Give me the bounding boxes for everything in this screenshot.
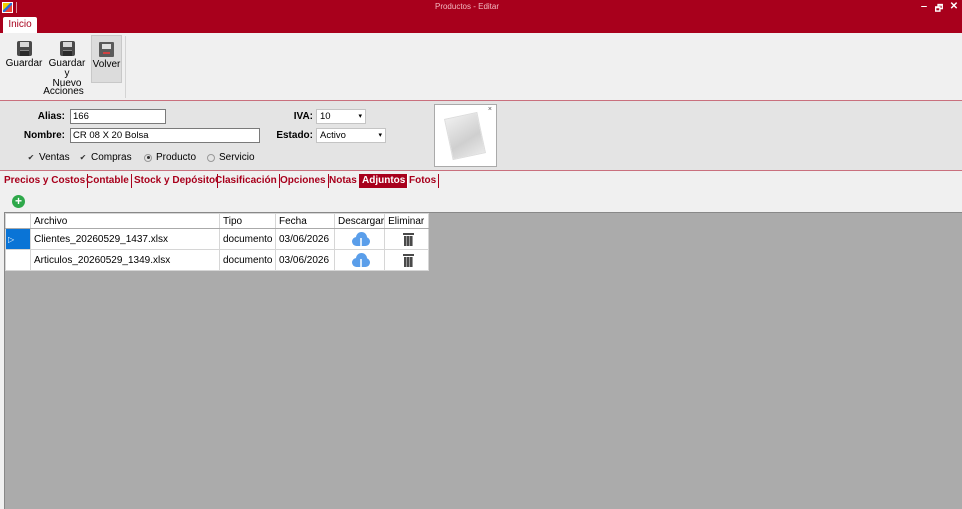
guardar-y-nuevo-button[interactable]: Guardar y Nuevo [45, 35, 89, 89]
minimize-button[interactable]: ‒ [918, 1, 930, 12]
radio-selected-icon [144, 153, 152, 162]
tab-adjuntos[interactable]: Adjuntos [360, 174, 409, 188]
tipo-cell[interactable]: documento [219, 249, 276, 271]
section-tabs: Precios y Costos Contable Stock y Depósi… [0, 171, 962, 191]
alias-input[interactable]: 166 [70, 109, 166, 124]
tab-fotos[interactable]: Fotos [407, 174, 440, 188]
column-tipo[interactable]: Tipo [219, 213, 276, 229]
table-row[interactable]: ▷ Clientes_20260529_1437.xlsx documento … [5, 228, 430, 250]
fecha-cell[interactable]: 03/06/2026 [275, 249, 335, 271]
trash-icon[interactable] [402, 232, 414, 246]
tab-stock-y-deposito[interactable]: Stock y Depósito [132, 174, 219, 188]
window-title: Productos - Editar [434, 2, 500, 11]
ribbon-tab-inicio[interactable]: Inicio [3, 17, 37, 33]
floppy-icon [59, 41, 75, 56]
ribbon-group-label: Acciones [43, 86, 84, 97]
title-bar: Productos - Editar ‒ 🗗 ✕ [0, 0, 962, 16]
nombre-input[interactable]: CR 08 X 20 Bolsa [70, 128, 260, 143]
product-photo[interactable]: × [434, 104, 497, 167]
servicio-radio[interactable]: Servicio [207, 152, 255, 163]
column-eliminar[interactable]: Eliminar [384, 213, 430, 229]
attachments-table: Archivo Tipo Fecha Descargar Eliminar ▷ … [5, 213, 430, 271]
column-fecha[interactable]: Fecha [275, 213, 335, 229]
volver-label: Volver [92, 59, 121, 70]
delete-cell[interactable] [384, 249, 430, 271]
ventas-checkbox[interactable]: ✔ Ventas [26, 152, 70, 163]
trash-icon[interactable] [402, 253, 414, 267]
guardar-button[interactable]: Guardar [5, 35, 43, 83]
compras-checkbox[interactable]: ✔ Compras [78, 152, 132, 163]
ribbon: Guardar Guardar y Nuevo Volver Acciones [0, 33, 962, 100]
floppy-icon [16, 41, 32, 56]
attachments-grid: Archivo Tipo Fecha Descargar Eliminar ▷ … [4, 212, 962, 509]
estado-select[interactable]: Activo ▾ [316, 128, 386, 143]
iva-value: 10 [320, 111, 331, 122]
tab-clasificacion[interactable]: Clasificación [213, 174, 280, 188]
ribbon-group-separator [125, 36, 126, 98]
volver-button[interactable]: Volver [91, 35, 122, 83]
restore-button[interactable]: 🗗 [933, 1, 945, 17]
download-cell[interactable] [333, 228, 386, 250]
close-button[interactable]: ✕ [948, 1, 960, 12]
tab-notas[interactable]: Notas [327, 174, 360, 188]
estado-value: Activo [320, 130, 346, 141]
row-selector-icon[interactable]: ▷ [5, 228, 31, 250]
alias-label: Alias: [37, 111, 65, 122]
iva-select[interactable]: 10 ▾ [316, 109, 366, 124]
door-icon [99, 42, 114, 57]
check-icon: ✔ [79, 152, 87, 162]
nombre-label: Nombre: [23, 130, 65, 141]
tipo-cell[interactable]: documento [219, 228, 276, 250]
add-attachment-icon[interactable]: + [12, 195, 25, 208]
table-header-row: Archivo Tipo Fecha Descargar Eliminar [5, 213, 430, 229]
ventas-label: Ventas [39, 152, 70, 163]
delete-cell[interactable] [384, 228, 430, 250]
column-archivo[interactable]: Archivo [30, 213, 220, 229]
chevron-down-icon: ▾ [358, 113, 362, 120]
tab-precios-y-costos[interactable]: Precios y Costos [2, 174, 89, 188]
guardar-label: Guardar [5, 58, 43, 69]
column-descargar[interactable]: Descargar [333, 213, 386, 229]
row-header-column [5, 213, 31, 229]
archivo-cell[interactable]: Clientes_20260529_1437.xlsx [30, 228, 220, 250]
tab-opciones[interactable]: Opciones [278, 174, 329, 188]
iva-label: IVA: [293, 111, 313, 122]
chevron-down-icon: ▾ [378, 132, 382, 139]
cloud-download-icon[interactable] [350, 253, 372, 267]
tab-contable[interactable]: Contable [84, 174, 132, 188]
fecha-cell[interactable]: 03/06/2026 [275, 228, 335, 250]
producto-radio[interactable]: Producto [144, 152, 196, 163]
compras-label: Compras [91, 152, 132, 163]
guardar-y-nuevo-label-1: Guardar y [48, 58, 86, 79]
servicio-label: Servicio [219, 152, 255, 163]
product-image [444, 111, 486, 161]
producto-label: Producto [156, 152, 197, 163]
close-icon[interactable]: × [488, 106, 492, 113]
product-header-form: Alias: 166 Nombre: CR 08 X 20 Bolsa IVA:… [0, 101, 962, 170]
table-row[interactable]: Articulos_20260529_1349.xlsx documento 0… [5, 249, 430, 271]
row-selector[interactable] [5, 249, 31, 271]
radio-empty-icon [207, 153, 215, 162]
cloud-download-icon[interactable] [350, 232, 372, 246]
archivo-cell[interactable]: Articulos_20260529_1349.xlsx [30, 249, 220, 271]
download-cell[interactable] [333, 249, 386, 271]
check-icon: ✔ [27, 152, 35, 162]
estado-label: Estado: [276, 130, 313, 141]
ribbon-tab-strip: Inicio [0, 16, 962, 33]
attachments-toolbar: + [0, 191, 962, 212]
